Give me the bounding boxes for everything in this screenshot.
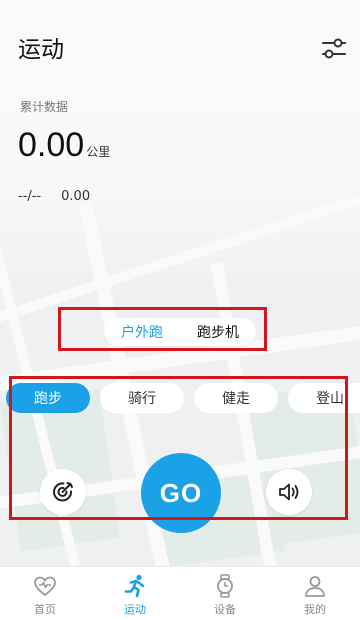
go-start-button[interactable]: GO bbox=[141, 453, 221, 533]
sport-type-tabs: 跑步 骑行 健走 登山 bbox=[0, 383, 360, 413]
nav-label-home: 首页 bbox=[34, 603, 56, 616]
nav-item-sport[interactable]: 运动 bbox=[90, 567, 180, 620]
tab-running[interactable]: 跑步 bbox=[6, 383, 90, 413]
total-distance: 0.00 公里 bbox=[18, 126, 110, 165]
mode-outdoor-run[interactable]: 户外跑 bbox=[104, 322, 180, 342]
target-icon bbox=[53, 482, 73, 502]
target-button[interactable] bbox=[40, 469, 86, 515]
settings-button[interactable] bbox=[318, 34, 350, 64]
page-title: 运动 bbox=[18, 37, 64, 63]
sliders-icon bbox=[322, 38, 346, 59]
heart-pulse-icon bbox=[34, 576, 56, 597]
app-screen: 运动 累计数据 0.00 公里 --/-- 0.00 户外跑 跑步机 跑步 骑行 健… bbox=[0, 0, 360, 620]
pace-row: --/-- 0.00 bbox=[18, 189, 110, 204]
secondary-value: 0.00 bbox=[61, 189, 91, 204]
tab-walking[interactable]: 健走 bbox=[194, 383, 278, 413]
watch-icon bbox=[217, 574, 233, 598]
tab-cycling[interactable]: 骑行 bbox=[100, 383, 184, 413]
nav-label-sport: 运动 bbox=[124, 603, 146, 616]
run-mode-toggle: 户外跑 跑步机 bbox=[104, 318, 256, 346]
cumulative-data-label: 累计数据 bbox=[20, 100, 69, 114]
runner-icon bbox=[124, 574, 145, 598]
speaker-icon bbox=[279, 483, 299, 501]
distance-unit: 公里 bbox=[86, 145, 111, 159]
bottom-navigation: 首页 运动 设备 我的 bbox=[0, 566, 360, 620]
user-icon bbox=[305, 576, 325, 597]
sound-button[interactable] bbox=[266, 469, 312, 515]
mode-treadmill[interactable]: 跑步机 bbox=[180, 322, 256, 342]
tab-hiking[interactable]: 登山 bbox=[288, 383, 360, 413]
nav-item-device[interactable]: 设备 bbox=[180, 567, 270, 620]
distance-value: 0.00 bbox=[18, 126, 85, 164]
nav-item-home[interactable]: 首页 bbox=[0, 567, 90, 620]
nav-label-mine: 我的 bbox=[304, 603, 326, 616]
nav-label-device: 设备 bbox=[214, 603, 236, 616]
nav-item-mine[interactable]: 我的 bbox=[270, 567, 360, 620]
pace-value: --/-- bbox=[18, 189, 42, 204]
